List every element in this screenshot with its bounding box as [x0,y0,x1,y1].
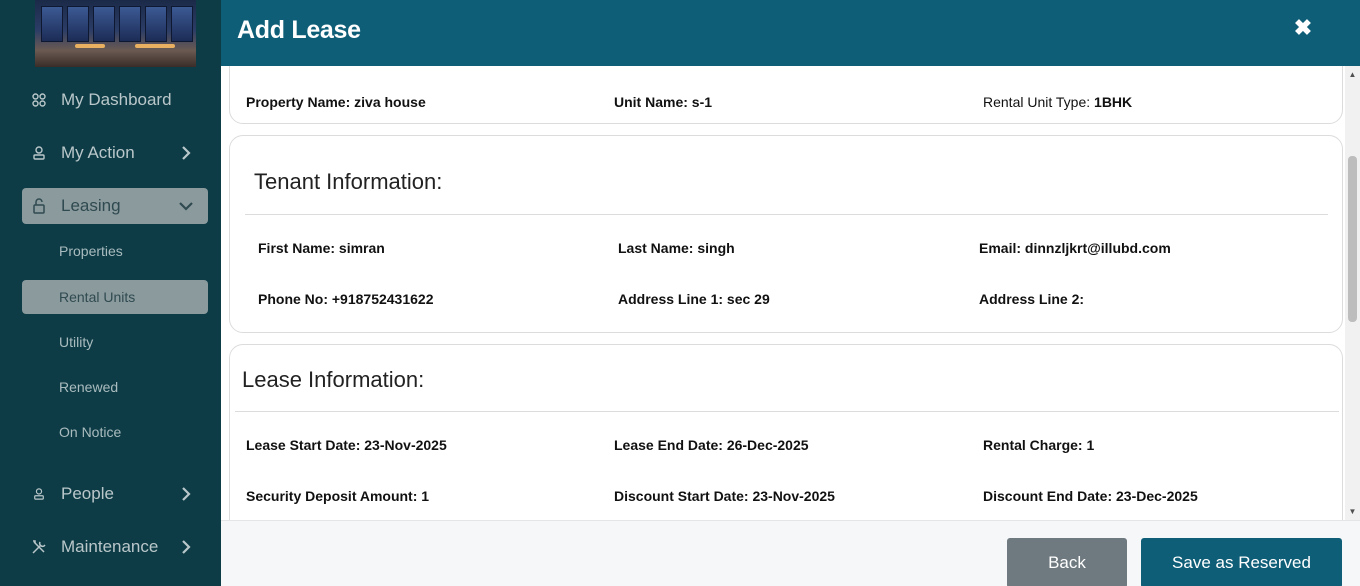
tenant-email: Email: dinnzljkrt@illubd.com [979,240,1171,256]
sidebar-item-label: Leasing [61,196,121,215]
tenant-last-name: Last Name: singh [618,240,735,256]
grid-icon [31,92,47,108]
property-name: Property Name: ziva house [246,94,426,110]
tools-icon [31,539,47,555]
close-icon[interactable]: ✖ [1292,17,1314,39]
sidebar-item-label: My Dashboard [61,90,172,109]
lease-start-date: Lease Start Date: 23-Nov-2025 [246,437,447,453]
tenant-heading: Tenant Information: [254,169,443,194]
modal-header: Add Lease ✖ [221,0,1360,66]
sidebar-subitem-renewed[interactable]: Renewed [22,370,208,404]
sidebar-subitem-utility[interactable]: Utility [22,325,208,359]
scrollbar[interactable]: ▲ ▼ [1345,66,1360,520]
modal-body: Property Name: ziva house Unit Name: s-1… [221,66,1360,520]
discount-end-date: Discount End Date: 23-Dec-2025 [983,488,1198,504]
sidebar-item-leasing[interactable]: Leasing [22,188,208,224]
tenant-first-name: First Name: simran [258,240,385,256]
property-card: Property Name: ziva house Unit Name: s-1… [229,66,1343,124]
sidebar-subitem-rental-units[interactable]: Rental Units [22,280,208,314]
add-lease-modal: Add Lease ✖ Property Name: ziva house Un… [221,0,1360,586]
lease-heading: Lease Information: [242,367,425,392]
tenant-card: Tenant Information: First Name: simran L… [229,135,1343,333]
scroll-up-arrow-icon[interactable]: ▲ [1348,70,1357,79]
chevron-right-icon [182,146,191,160]
chevron-right-icon [182,487,191,501]
back-button[interactable]: Back [1007,538,1127,586]
discount-start-date: Discount Start Date: 23-Nov-2025 [614,488,835,504]
divider [235,411,1339,412]
divider [245,214,1328,215]
unit-name: Unit Name: s-1 [614,94,713,110]
lease-card: Lease Information: Lease Start Date: 23-… [229,344,1343,520]
modal-title: Add Lease [237,16,361,44]
lock-icon [31,198,47,214]
lease-end-date: Lease End Date: 26-Dec-2025 [614,437,809,453]
sidebar: My Dashboard My Action Leasing Propertie… [0,0,221,586]
chevron-right-icon [182,540,191,554]
tenant-address-2: Address Line 2: [979,291,1085,307]
sidebar-item-maintenance[interactable]: Maintenance [22,529,208,565]
sidebar-subitem-on-notice[interactable]: On Notice [22,415,208,449]
sidebar-item-my-action[interactable]: My Action [22,135,208,171]
rental-unit-type-label: Rental Unit Type: [983,94,1095,110]
sidebar-item-my-dashboard[interactable]: My Dashboard [22,82,208,118]
rental-unit-type-value: 1BHK [1094,94,1133,110]
rental-charge: Rental Charge: 1 [983,437,1095,453]
property-photo [35,0,196,67]
tenant-phone: Phone No: +918752431622 [258,291,434,307]
save-as-reserved-button[interactable]: Save as Reserved [1141,538,1342,586]
modal-footer: Back Save as Reserved [221,520,1360,586]
sidebar-item-label: My Action [61,143,135,162]
chevron-down-icon [179,202,193,211]
security-deposit: Security Deposit Amount: 1 [246,488,430,504]
sidebar-item-label: People [61,484,114,503]
sidebar-subitem-properties[interactable]: Properties [22,234,208,268]
scroll-down-arrow-icon[interactable]: ▼ [1348,507,1357,516]
tenant-address-1: Address Line 1: sec 29 [618,291,770,307]
scroll-thumb[interactable] [1348,156,1357,322]
rental-unit-type: Rental Unit Type: 1BHK [983,94,1132,110]
sidebar-item-label: Maintenance [61,537,159,556]
person-icon [31,145,47,161]
sidebar-item-people[interactable]: People [22,476,208,512]
person-icon [31,486,47,502]
